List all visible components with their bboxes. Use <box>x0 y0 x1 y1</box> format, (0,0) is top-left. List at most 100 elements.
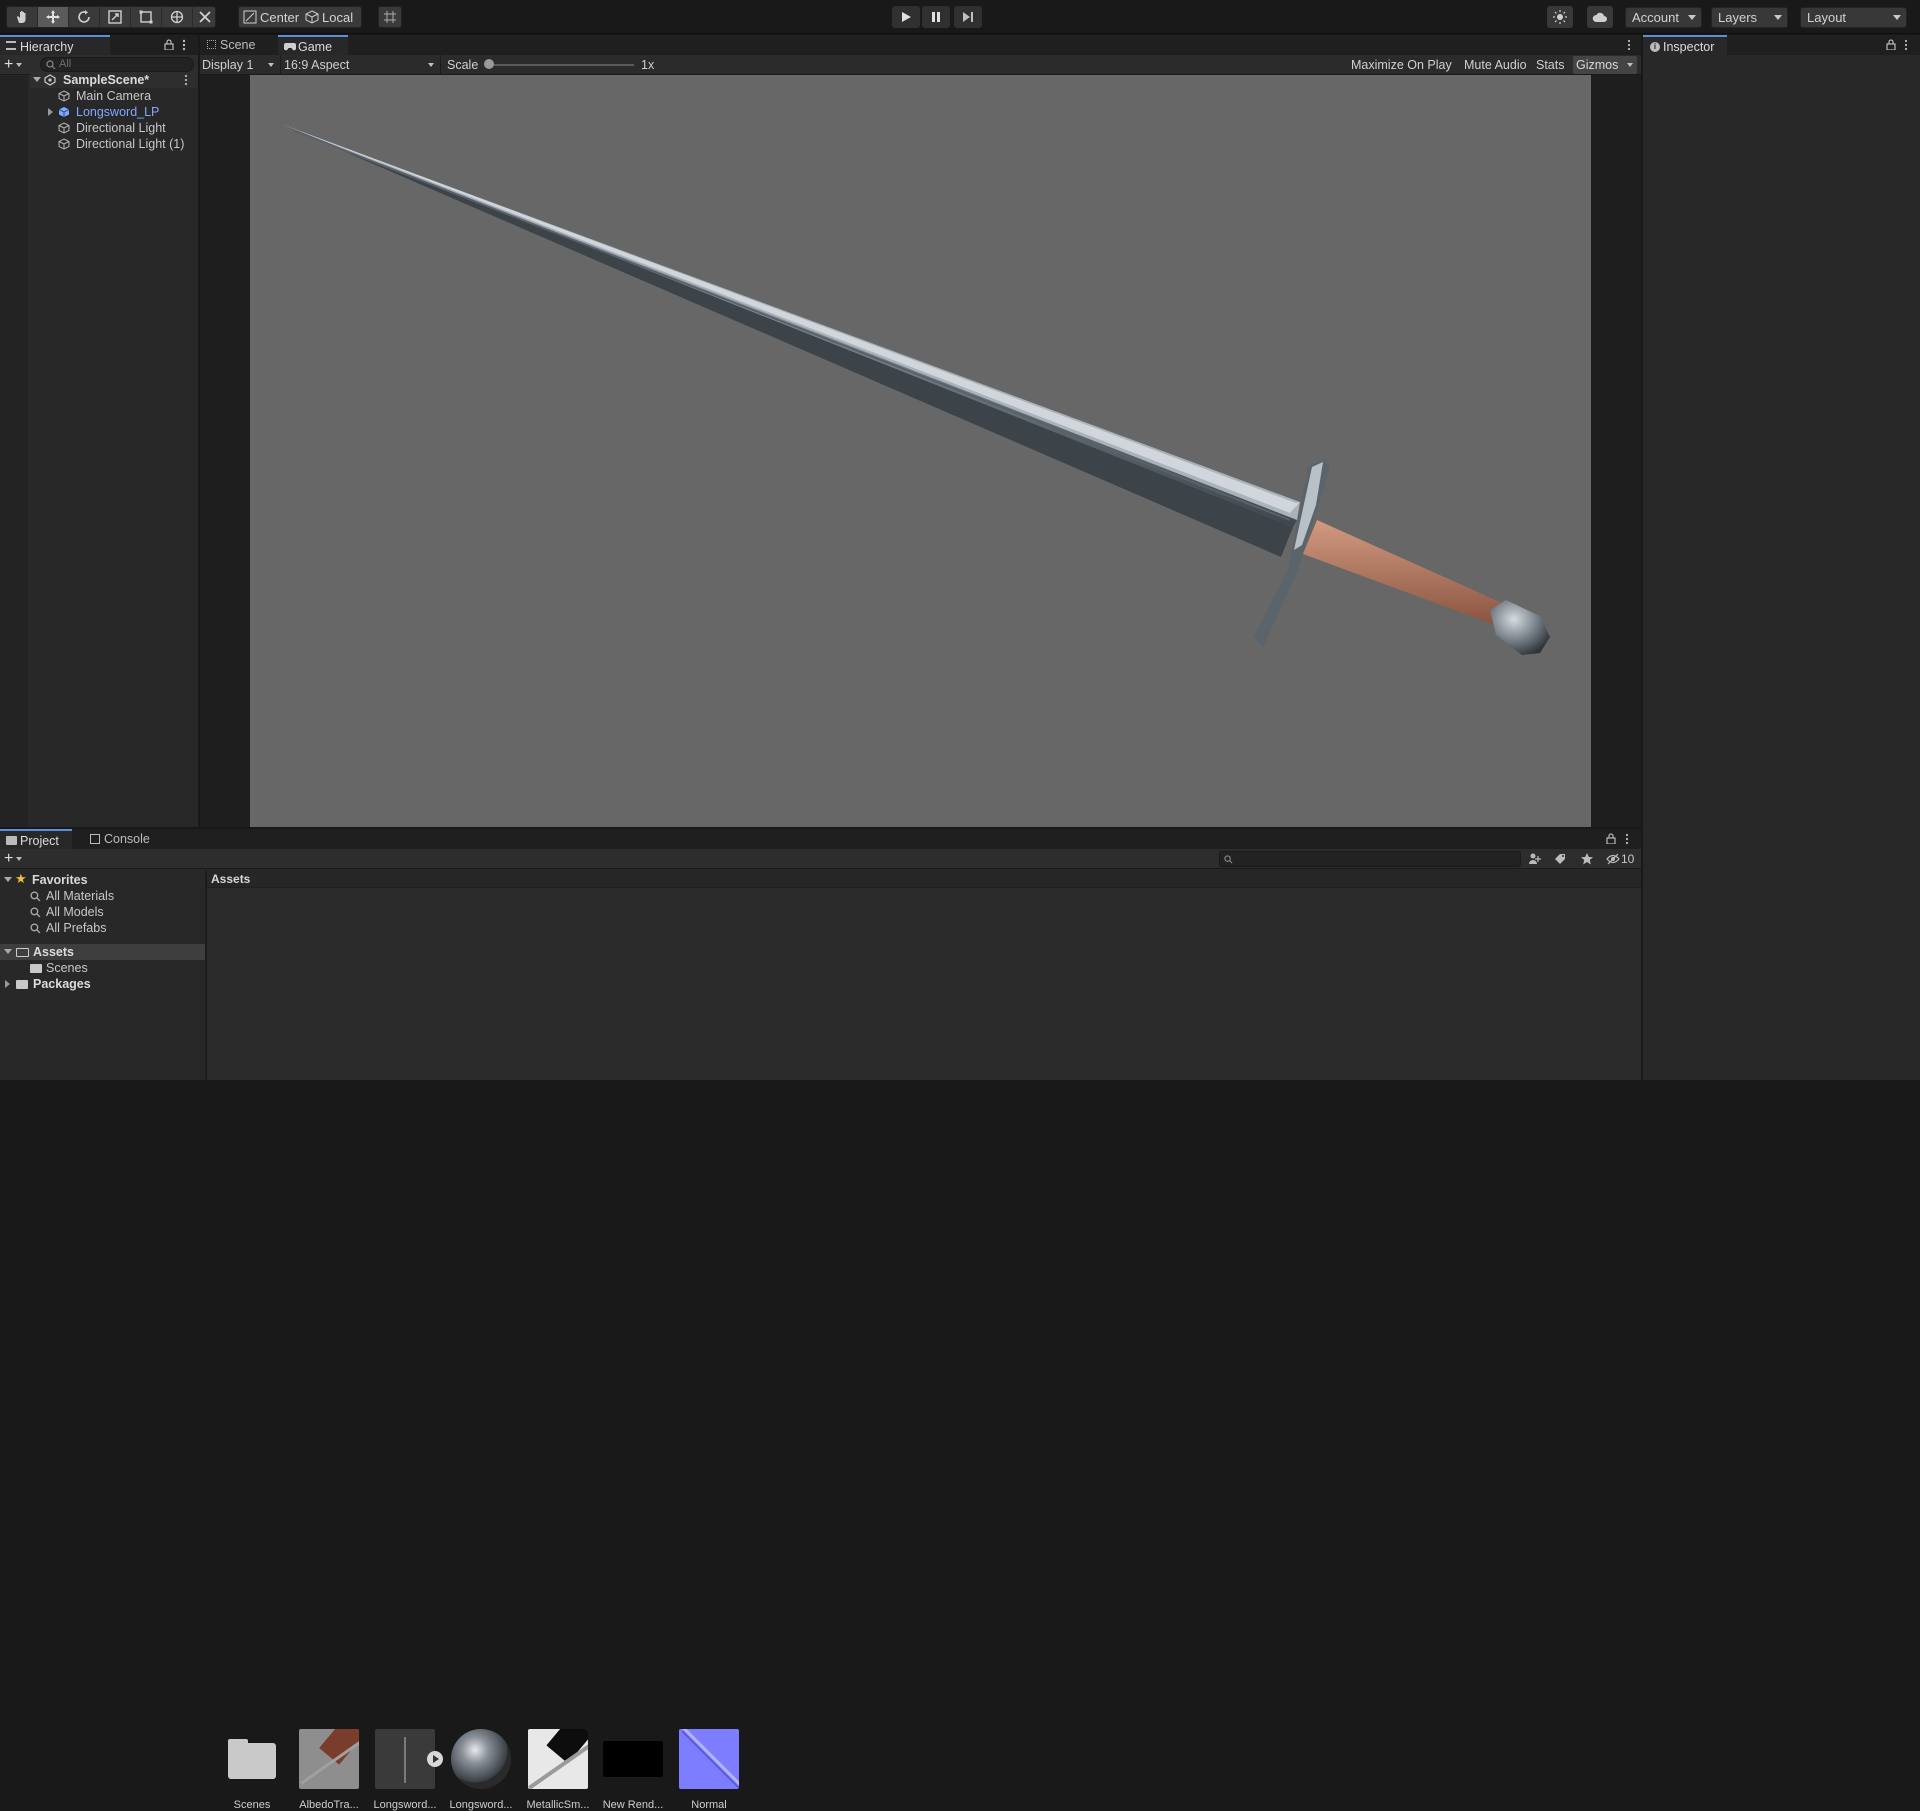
mute-audio-toggle[interactable]: Mute Audio <box>1464 56 1527 74</box>
asset-scenes-folder[interactable]: Scenes <box>220 1729 284 1811</box>
search-icon <box>30 891 41 902</box>
hidden-packages-toggle[interactable]: 10 <box>1606 851 1638 867</box>
packages-folder[interactable]: Packages <box>0 976 205 992</box>
info-icon: i <box>1650 42 1660 52</box>
project-tree: ★ Favorites All Materials All Models All… <box>0 870 205 1080</box>
move-tool-icon[interactable] <box>38 7 69 27</box>
scale-slider-handle[interactable] <box>484 59 494 69</box>
pivot-center-icon <box>243 10 257 24</box>
project-search-input[interactable] <box>1219 851 1521 867</box>
tab-project[interactable]: Project <box>0 829 72 849</box>
scale-tool-icon[interactable] <box>100 7 131 27</box>
hierarchy-panel: Hierarchy + All SampleScene* Main Camera… <box>0 35 198 827</box>
asset-albedo-texture[interactable]: AlbedoTra... <box>297 1729 361 1811</box>
layers-dropdown[interactable]: Layers <box>1711 7 1788 28</box>
maximize-on-play-toggle[interactable]: Maximize On Play <box>1351 56 1452 74</box>
expand-arrow-icon <box>4 949 12 954</box>
asset-normal-map[interactable]: Normal <box>677 1729 741 1811</box>
inspector-tab-label: Inspector <box>1663 40 1715 54</box>
kebab-menu-icon[interactable] <box>1904 39 1908 51</box>
account-dropdown[interactable]: Account <box>1625 7 1702 28</box>
pivot-toggle[interactable]: Center <box>243 9 303 25</box>
cloud-icon <box>1592 12 1607 22</box>
plus-icon: + <box>4 56 14 73</box>
main-toolbar: Center Local Account Layers Layout <box>0 0 1920 34</box>
stats-toggle[interactable]: Stats <box>1536 56 1565 74</box>
scenes-label: Scenes <box>46 961 88 975</box>
divider <box>440 55 441 75</box>
asset-label: MetallicSm... <box>526 1799 590 1811</box>
custom-tool-icon[interactable] <box>193 7 217 27</box>
favorite-all-prefabs[interactable]: All Prefabs <box>28 920 205 936</box>
scenes-folder[interactable]: Scenes <box>28 960 205 976</box>
tab-inspector[interactable]: i Inspector <box>1643 35 1727 55</box>
asset-metallic-smoothness[interactable]: MetallicSm... <box>526 1729 590 1811</box>
kebab-menu-icon[interactable] <box>1627 39 1631 51</box>
kebab-menu-icon[interactable] <box>1625 833 1629 845</box>
hierarchy-search-input[interactable]: All <box>40 57 194 72</box>
space-toggle[interactable]: Local <box>305 9 361 25</box>
breadcrumb-assets[interactable]: Assets <box>211 872 250 886</box>
render-texture-thumbnail <box>603 1741 663 1777</box>
tab-scene[interactable]: Scene <box>200 35 278 55</box>
tab-console[interactable]: Console <box>84 829 156 849</box>
grid-snap-button[interactable] <box>378 6 402 28</box>
cloud-button[interactable] <box>1587 6 1613 28</box>
favorite-all-materials[interactable]: All Materials <box>28 888 205 904</box>
scale-label: Scale <box>447 58 479 72</box>
chevron-down-icon <box>268 63 274 67</box>
display-dropdown[interactable]: Display 1 <box>202 56 278 74</box>
lock-icon[interactable] <box>1886 39 1896 50</box>
favorites-label: Favorites <box>32 873 88 887</box>
layout-dropdown[interactable]: Layout <box>1800 7 1907 28</box>
kebab-menu-icon[interactable] <box>184 74 188 86</box>
aspect-dropdown[interactable]: 16:9 Aspect <box>284 56 438 74</box>
asset-longsword-model[interactable]: Longsword... <box>373 1729 443 1811</box>
favorites-folder[interactable]: ★ Favorites <box>0 871 205 888</box>
tab-game[interactable]: Game <box>278 35 348 55</box>
lock-icon[interactable] <box>1606 833 1616 844</box>
project-toolbar: + 10 <box>0 849 1641 869</box>
hand-tool-icon[interactable] <box>7 7 38 27</box>
assets-folder[interactable]: Assets <box>0 944 205 960</box>
search-icon <box>30 923 41 934</box>
services-button[interactable] <box>1547 6 1573 28</box>
expand-arrow-icon <box>33 77 41 82</box>
game-viewport[interactable] <box>250 75 1591 827</box>
hierarchy-item-main-camera[interactable]: Main Camera <box>58 88 198 104</box>
pause-button[interactable] <box>922 6 950 28</box>
create-asset-button[interactable]: + <box>4 851 30 867</box>
inspector-panel: i Inspector <box>1643 35 1920 1080</box>
asset-new-render-texture[interactable]: New Rend... <box>601 1729 665 1811</box>
lock-icon[interactable] <box>164 39 174 50</box>
tab-hierarchy[interactable]: Hierarchy <box>0 35 110 55</box>
play-button[interactable] <box>892 6 920 28</box>
sun-icon <box>1553 10 1567 24</box>
scale-slider-track[interactable] <box>488 64 634 66</box>
expand-prefab-icon[interactable] <box>427 1751 443 1767</box>
favorite-all-models[interactable]: All Models <box>28 904 205 920</box>
rect-tool-icon[interactable] <box>131 7 162 27</box>
layers-label: Layers <box>1718 10 1758 25</box>
space-label: Local <box>322 9 354 25</box>
hierarchy-item-directional-light[interactable]: Directional Light <box>58 120 198 136</box>
scene-row[interactable]: SampleScene* <box>30 72 198 88</box>
kebab-menu-icon[interactable] <box>182 39 186 51</box>
star-icon[interactable] <box>1580 852 1594 866</box>
normal-map-thumbnail <box>679 1729 739 1789</box>
step-button[interactable] <box>954 6 982 28</box>
play-icon <box>902 12 911 22</box>
metallic-texture-thumbnail <box>528 1729 588 1789</box>
tag-icon[interactable] <box>1553 852 1567 866</box>
rotate-tool-icon[interactable] <box>69 7 100 27</box>
transform-tool-icon[interactable] <box>162 7 193 27</box>
asset-label: Longsword... <box>373 1799 437 1811</box>
gizmos-toggle[interactable]: Gizmos <box>1573 56 1637 74</box>
hierarchy-item-longsword[interactable]: Longsword_LP <box>46 104 198 120</box>
scene-tab-label: Scene <box>220 38 256 52</box>
create-button[interactable]: + <box>4 56 30 73</box>
filter-by-type-icon[interactable] <box>1528 852 1542 866</box>
hierarchy-item-directional-light-1[interactable]: Directional Light (1) <box>58 136 198 152</box>
asset-longsword-material[interactable]: Longsword... <box>449 1729 513 1811</box>
chevron-down-icon <box>1774 15 1782 20</box>
